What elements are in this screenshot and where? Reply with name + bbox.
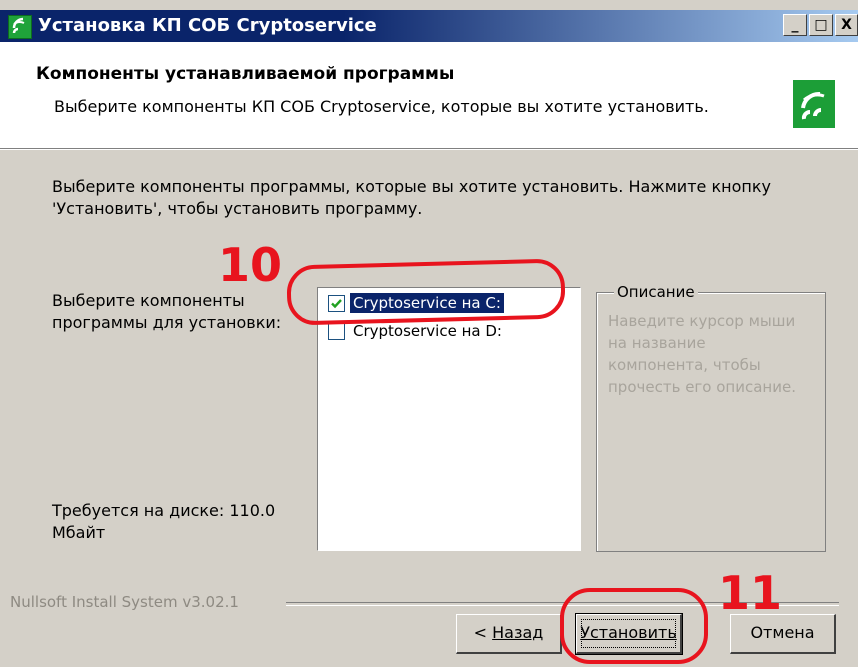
close-button[interactable]: X bbox=[835, 14, 858, 36]
back-button[interactable]: < Назад bbox=[456, 614, 562, 654]
cancel-button-label: Отмена bbox=[750, 623, 815, 642]
space-required: Требуется на диске: 110.0 Мбайт bbox=[52, 501, 276, 542]
description-text: Наведите курсор мыши на название компоне… bbox=[608, 312, 796, 396]
intro-text: Выберите компоненты программы, которые в… bbox=[52, 177, 771, 218]
minimize-button[interactable]: _ bbox=[783, 14, 807, 36]
page-title: Компоненты устанавливаемой программы bbox=[36, 64, 455, 84]
annotation-marker-11: 11 bbox=[718, 566, 783, 620]
cryptoservice-logo-icon bbox=[793, 80, 835, 128]
app-icon bbox=[8, 15, 32, 39]
back-button-prefix: < bbox=[473, 623, 493, 642]
title-bar[interactable]: Установка КП СОБ Cryptoservice _ □ X bbox=[0, 10, 858, 42]
maximize-button[interactable]: □ bbox=[809, 14, 833, 36]
header-separator-highlight bbox=[0, 149, 858, 150]
annotation-oval-component bbox=[286, 258, 566, 326]
annotation-oval-install bbox=[560, 588, 708, 664]
components-label: Выберите компоненты программы для устано… bbox=[52, 291, 282, 332]
component-item-d[interactable]: Cryptoservice на D: bbox=[326, 321, 566, 343]
annotation-marker-10: 10 bbox=[218, 238, 283, 292]
installer-window: Установка КП СОБ Cryptoservice _ □ X Ком… bbox=[0, 0, 858, 667]
back-button-label: Назад bbox=[492, 623, 544, 642]
page-subtitle: Выберите компоненты КП СОБ Cryptoservice… bbox=[54, 97, 709, 116]
component-d-checkbox[interactable] bbox=[328, 323, 345, 340]
cancel-button[interactable]: Отмена bbox=[730, 614, 836, 654]
window-title: Установка КП СОБ Cryptoservice bbox=[38, 15, 377, 36]
page-header: Компоненты устанавливаемой программы Выб… bbox=[0, 42, 858, 148]
components-list[interactable]: Cryptoservice на C: Cryptoservice на D: bbox=[317, 287, 581, 551]
component-d-label[interactable]: Cryptoservice на D: bbox=[350, 321, 505, 341]
description-legend: Описание bbox=[614, 283, 698, 301]
nsis-brand: Nullsoft Install System v3.02.1 bbox=[10, 593, 239, 611]
